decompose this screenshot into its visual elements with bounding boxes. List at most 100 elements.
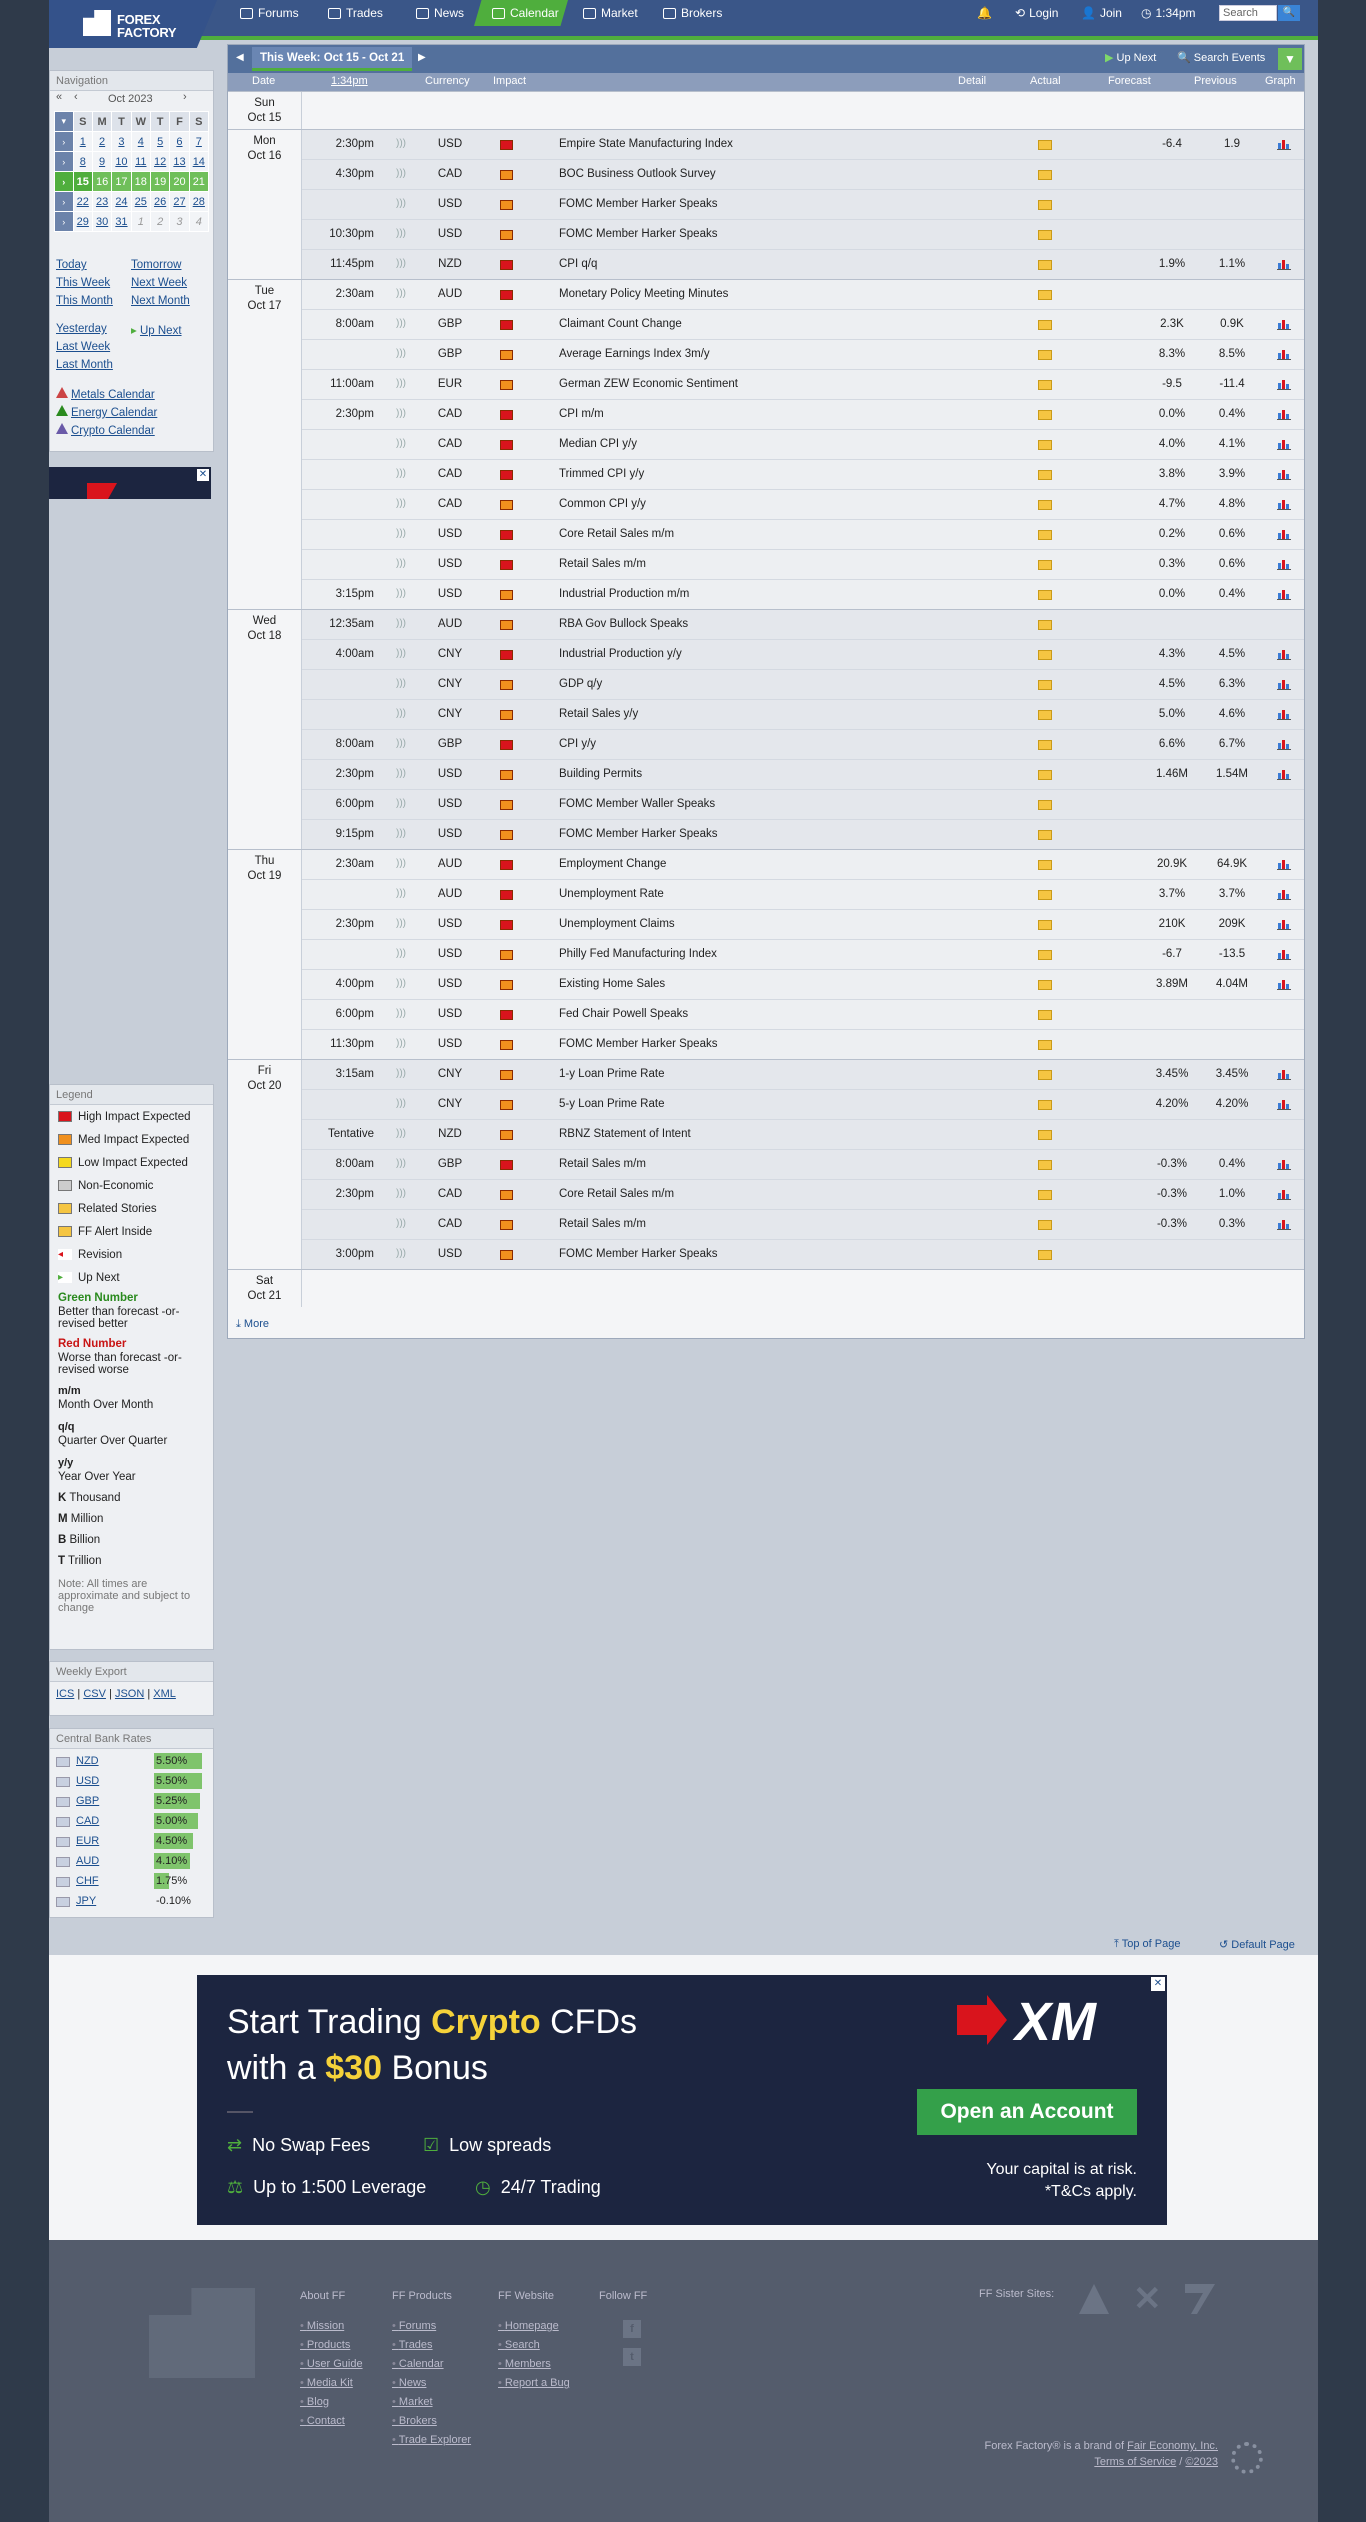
alert-toggle-icon[interactable]: ))) — [396, 1158, 406, 1169]
event-row[interactable]: ))) GBP Average Earnings Index 3m/y 8.3% 8.5… — [302, 340, 1304, 370]
detail-folder-icon[interactable] — [1038, 260, 1052, 270]
alert-toggle-icon[interactable]: ))) — [396, 1128, 406, 1139]
event-title[interactable]: 1-y Loan Prime Rate — [559, 1068, 664, 1080]
energy-site-icon[interactable]: ✕ — [1133, 2282, 1163, 2316]
detail-folder-icon[interactable] — [1038, 1070, 1052, 1080]
event-title[interactable]: FOMC Member Harker Speaks — [559, 228, 717, 240]
detail-folder-icon[interactable] — [1038, 350, 1052, 360]
detail-folder-icon[interactable] — [1038, 1010, 1052, 1020]
graph-icon[interactable] — [1277, 858, 1291, 870]
alert-toggle-icon[interactable]: ))) — [396, 588, 406, 599]
event-title[interactable]: Core Retail Sales m/m — [559, 1188, 674, 1200]
detail-folder-icon[interactable] — [1038, 1160, 1052, 1170]
quick-link[interactable]: Yesterday — [56, 323, 107, 335]
graph-icon[interactable] — [1277, 888, 1291, 900]
detail-folder-icon[interactable] — [1038, 320, 1052, 330]
terms-link[interactable]: Terms of Service — [1094, 2456, 1176, 2468]
event-row[interactable]: ))) CNY Retail Sales y/y 5.0% 4.6% — [302, 700, 1304, 730]
detail-folder-icon[interactable] — [1038, 830, 1052, 840]
notifications-icon[interactable]: 🔔 — [977, 6, 992, 20]
event-row[interactable]: ))) CAD Median CPI y/y 4.0% 4.1% — [302, 430, 1304, 460]
alert-toggle-icon[interactable]: ))) — [396, 978, 406, 989]
footer-link[interactable]: Market — [392, 2396, 471, 2408]
calendar-day[interactable]: 3 — [111, 131, 132, 152]
calendar-day[interactable]: 29 — [72, 211, 93, 232]
export-json-link[interactable]: JSON — [115, 1688, 144, 1700]
graph-icon[interactable] — [1277, 768, 1291, 780]
event-row[interactable]: 9:15pm))) USD FOMC Member Harker Speaks — [302, 820, 1304, 850]
alert-toggle-icon[interactable]: ))) — [396, 1188, 406, 1199]
calendar-day[interactable]: 1 — [130, 211, 151, 232]
alert-toggle-icon[interactable]: ))) — [396, 438, 406, 449]
sister-calendar-link[interactable]: Energy Calendar — [71, 407, 157, 419]
footer-link[interactable]: News — [392, 2377, 471, 2389]
currency-link[interactable]: JPY — [76, 1895, 96, 1907]
graph-icon[interactable] — [1277, 378, 1291, 390]
calendar-day[interactable]: 12 — [149, 151, 171, 172]
event-title[interactable]: FOMC Member Waller Speaks — [559, 798, 715, 810]
event-title[interactable]: Industrial Production m/m — [559, 588, 689, 600]
footer-link[interactable]: Mission — [300, 2320, 363, 2332]
event-title[interactable]: FOMC Member Harker Speaks — [559, 1038, 717, 1050]
col-time[interactable]: 1:34pm — [331, 75, 368, 87]
detail-folder-icon[interactable] — [1038, 410, 1052, 420]
event-row[interactable]: 8:00am))) GBP Claimant Count Change 2.3K 0.9… — [302, 310, 1304, 340]
alert-toggle-icon[interactable]: ))) — [396, 1008, 406, 1019]
filter-icon[interactable]: ▼ — [1278, 48, 1302, 70]
event-row[interactable]: 3:00pm))) USD FOMC Member Harker Speaks — [302, 1240, 1304, 1270]
event-row[interactable]: 10:30pm))) USD FOMC Member Harker Speaks — [302, 220, 1304, 250]
event-row[interactable]: 11:30pm))) USD FOMC Member Harker Speaks — [302, 1030, 1304, 1060]
week-select-icon[interactable]: › — [54, 211, 74, 232]
event-row[interactable]: ))) USD Core Retail Sales m/m 0.2% 0.6% — [302, 520, 1304, 550]
graph-icon[interactable] — [1277, 258, 1291, 270]
detail-folder-icon[interactable] — [1038, 170, 1052, 180]
facebook-icon[interactable]: f — [623, 2320, 641, 2338]
footer-link[interactable]: Search — [498, 2339, 570, 2351]
alert-toggle-icon[interactable]: ))) — [396, 558, 406, 569]
event-title[interactable]: Average Earnings Index 3m/y — [559, 348, 710, 360]
graph-icon[interactable] — [1277, 588, 1291, 600]
graph-icon[interactable] — [1277, 978, 1291, 990]
alert-toggle-icon[interactable]: ))) — [396, 258, 406, 269]
detail-folder-icon[interactable] — [1038, 980, 1052, 990]
alert-toggle-icon[interactable]: ))) — [396, 378, 406, 389]
event-row[interactable]: ))) USD FOMC Member Harker Speaks — [302, 190, 1304, 220]
next-month-icon[interactable]: › — [183, 91, 187, 103]
event-row[interactable]: 2:30pm))) USD Empire State Manufacturing I… — [302, 130, 1304, 160]
alert-toggle-icon[interactable]: ))) — [396, 138, 406, 149]
quick-link[interactable]: This Month — [56, 295, 113, 307]
event-title[interactable]: Median CPI y/y — [559, 438, 637, 450]
currency-link[interactable]: GBP — [76, 1795, 99, 1807]
event-row[interactable]: 8:00am))) GBP CPI y/y 6.6% 6.7% — [302, 730, 1304, 760]
up-next-link[interactable]: ▸ Up Next — [131, 323, 182, 341]
calendar-day[interactable]: 3 — [169, 211, 190, 232]
week-select-icon[interactable]: › — [54, 171, 74, 192]
event-row[interactable]: 2:30am))) AUD Employment Change 20.9K 64.9K — [302, 850, 1304, 880]
week-select-icon[interactable]: › — [54, 131, 74, 152]
calendar-day[interactable]: 27 — [169, 191, 190, 212]
event-title[interactable]: Claimant Count Change — [559, 318, 682, 330]
event-row[interactable]: ))) AUD Unemployment Rate 3.7% 3.7% — [302, 880, 1304, 910]
graph-icon[interactable] — [1277, 1068, 1291, 1080]
event-row[interactable]: 4:00am))) CNY Industrial Production y/y 4.3… — [302, 640, 1304, 670]
event-row[interactable]: Tentative))) NZD RBNZ Statement of Intent — [302, 1120, 1304, 1150]
event-row[interactable]: 6:00pm))) USD FOMC Member Waller Speaks — [302, 790, 1304, 820]
detail-folder-icon[interactable] — [1038, 200, 1052, 210]
event-title[interactable]: 5-y Loan Prime Rate — [559, 1098, 664, 1110]
footer-link[interactable]: Homepage — [498, 2320, 570, 2332]
event-title[interactable]: Philly Fed Manufacturing Index — [559, 948, 717, 960]
graph-icon[interactable] — [1277, 1188, 1291, 1200]
detail-folder-icon[interactable] — [1038, 950, 1052, 960]
graph-icon[interactable] — [1277, 138, 1291, 150]
footer-link[interactable]: Trades — [392, 2339, 471, 2351]
event-title[interactable]: FOMC Member Harker Speaks — [559, 198, 717, 210]
event-row[interactable]: 2:30pm))) CAD Core Retail Sales m/m -0.3% 1.… — [302, 1180, 1304, 1210]
event-title[interactable]: Existing Home Sales — [559, 978, 665, 990]
graph-icon[interactable] — [1277, 948, 1291, 960]
footer-link[interactable]: Report a Bug — [498, 2377, 570, 2389]
sidebar-ad[interactable]: ✕ — [49, 467, 211, 499]
detail-folder-icon[interactable] — [1038, 290, 1052, 300]
detail-folder-icon[interactable] — [1038, 530, 1052, 540]
event-title[interactable]: Industrial Production y/y — [559, 648, 682, 660]
event-row[interactable]: ))) CNY 5-y Loan Prime Rate 4.20% 4.20% — [302, 1090, 1304, 1120]
